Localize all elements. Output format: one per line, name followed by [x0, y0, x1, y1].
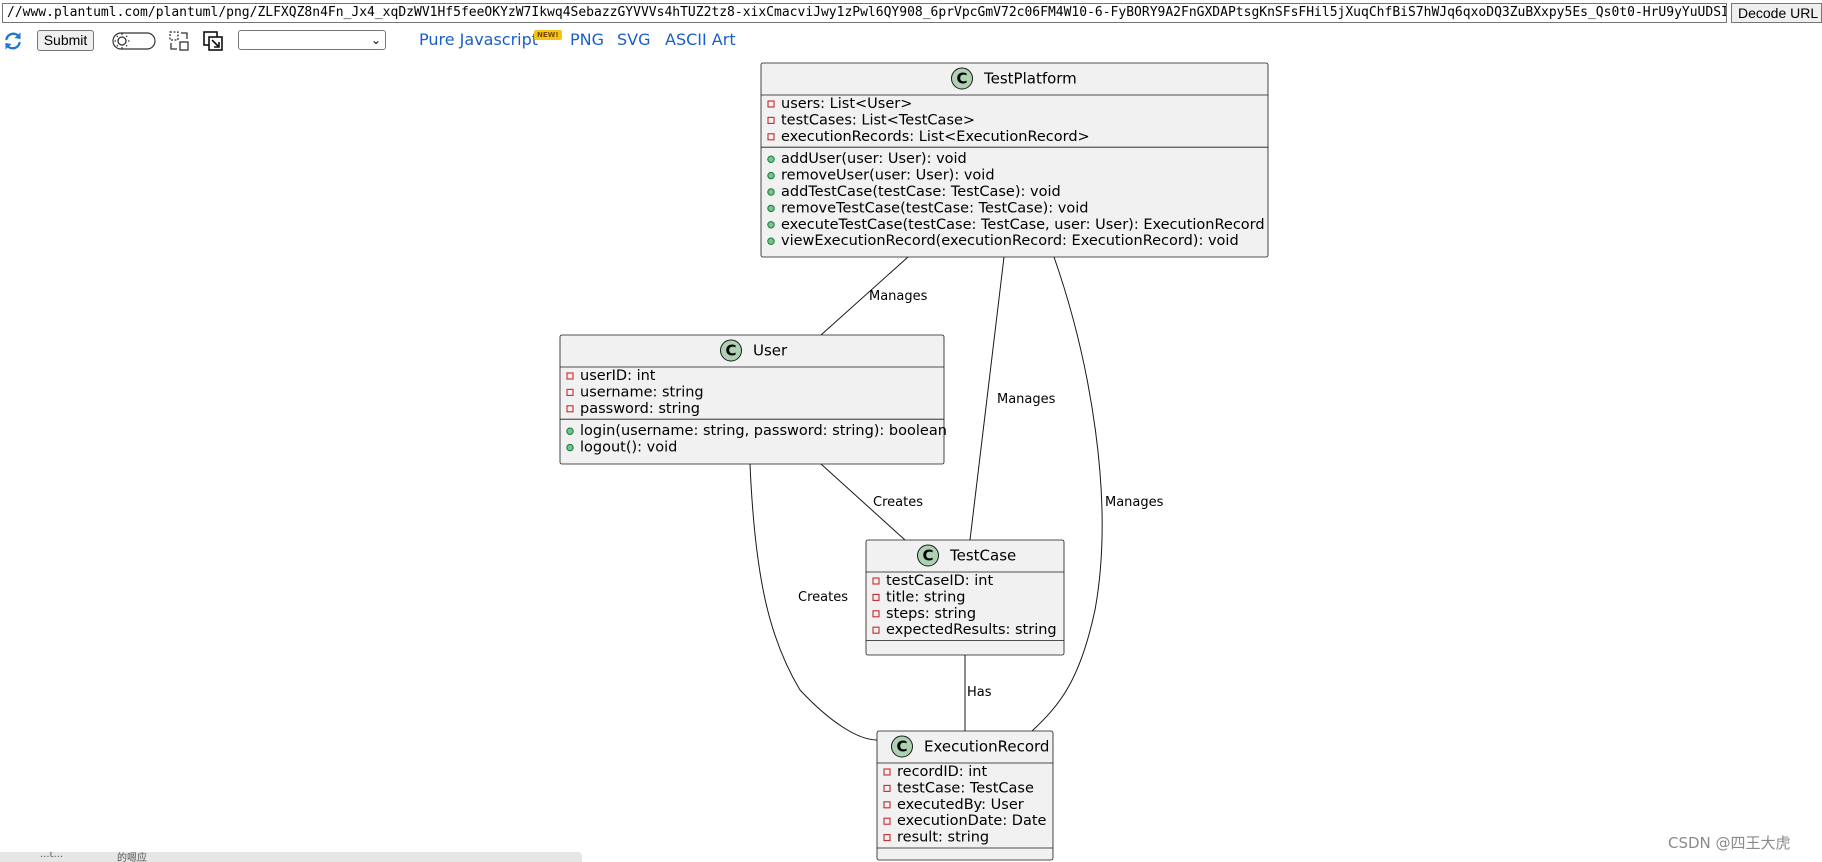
public-visibility-icon — [767, 204, 775, 213]
class-user: C User userID: intusername: stringpassword… — [559, 334, 947, 465]
class-attribute: result: string — [897, 830, 989, 846]
class-attribute: users: List<User> — [781, 96, 912, 112]
public-visibility-icon — [566, 427, 574, 435]
edge-platform-record — [1031, 256, 1103, 732]
class-attribute: userID: int — [580, 368, 656, 384]
class-stereotype-letter: C — [725, 342, 736, 360]
class-name: ExecutionRecord — [924, 738, 1049, 756]
public-visibility-icon — [566, 443, 574, 452]
edge-label-user-testcase: Creates — [873, 495, 923, 510]
class-stereotype-letter: C — [896, 738, 907, 756]
public-visibility-icon — [767, 171, 775, 180]
class-attribute: username: string — [580, 384, 704, 400]
edges — [749, 256, 1103, 741]
class-attribute: testCaseID: int — [886, 573, 993, 589]
class-attribute: password: string — [580, 401, 700, 417]
edge-label-testcase-record: Has — [967, 685, 992, 700]
class-attribute: testCases: List<TestCase> — [781, 112, 975, 128]
class-attribute: title: string — [886, 589, 965, 605]
class-method: viewExecutionRecord(executionRecord: Exe… — [781, 233, 1239, 249]
class-name: TestPlatform — [983, 70, 1077, 88]
class-attribute: executionDate: Date — [897, 813, 1047, 829]
class-method: removeTestCase(testCase: TestCase): void — [781, 200, 1088, 216]
class-attribute: executedBy: User — [897, 797, 1024, 813]
public-visibility-icon — [767, 221, 775, 229]
edge-label-platform-testcase: Manages — [997, 392, 1056, 407]
bottom-strip-left-text: ...t... — [40, 852, 63, 860]
class-layer: C TestPlatform users: List<User>testCases:… — [559, 62, 1269, 861]
class-method: executeTestCase(testCase: TestCase, user… — [781, 217, 1265, 233]
uml-class-diagram: Manages Manages Manages Creates Creates … — [559, 62, 1269, 861]
class-attribute: steps: string — [886, 606, 976, 622]
class-method: logout(): void — [580, 440, 677, 456]
class-attribute: recordID: int — [897, 764, 987, 780]
edge-label-platform-user: Manages — [869, 289, 928, 304]
edge-label-user-record: Creates — [798, 590, 848, 605]
class-execution-record: C ExecutionRecord recordID: inttestCase: T… — [876, 730, 1054, 861]
bottom-strip-right-text: 的嗯应 — [117, 853, 147, 862]
class-method: removeUser(user: User): void — [781, 168, 995, 184]
class-stereotype-letter: C — [956, 70, 967, 88]
class-test-case: C TestCase testCaseID: inttitle: stringste… — [865, 539, 1065, 656]
class-name: User — [753, 342, 788, 360]
class-method: addTestCase(testCase: TestCase): void — [781, 184, 1061, 200]
class-test-platform: C TestPlatform users: List<User>testCases:… — [760, 62, 1269, 258]
watermark: CSDN @四王大虎 — [1668, 834, 1791, 852]
public-visibility-icon — [767, 188, 775, 196]
public-visibility-icon — [767, 237, 775, 245]
class-stereotype-letter: C — [922, 547, 933, 565]
edge-label-platform-record: Manages — [1105, 495, 1164, 510]
bottom-strip: ...t... 的嗯应 — [0, 852, 582, 862]
public-visibility-icon — [767, 155, 775, 163]
class-method: addUser(user: User): void — [781, 151, 967, 167]
class-attribute: executionRecords: List<ExecutionRecord> — [781, 129, 1090, 145]
class-attribute: expectedResults: string — [886, 622, 1057, 638]
class-name: TestCase — [949, 547, 1016, 565]
class-method: login(username: string, password: string… — [580, 423, 947, 439]
class-attribute: testCase: TestCase — [897, 780, 1034, 796]
